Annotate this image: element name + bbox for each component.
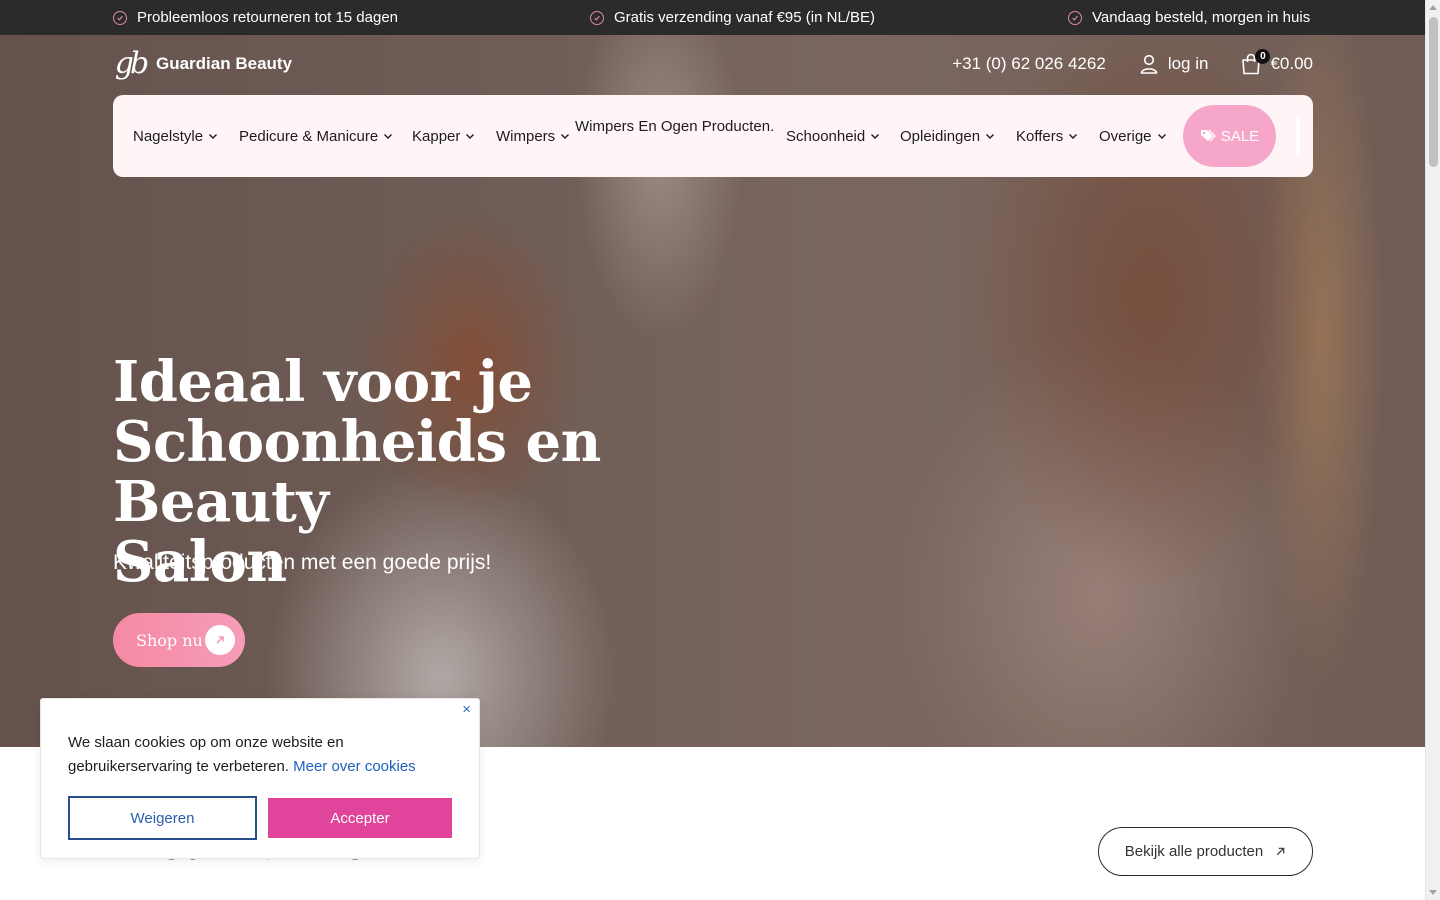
nav-item-label: Pedicure & Manicure [239, 127, 379, 145]
nav-item-kapper[interactable]: Kapper [412, 95, 475, 177]
cookie-accept-button[interactable]: Accepter [268, 798, 452, 838]
logo-mark: gb [114, 46, 149, 81]
nav-item-label: Overige [1099, 127, 1152, 145]
nav-item-label: Nagelstyle [133, 127, 204, 145]
tags-icon [1200, 129, 1216, 142]
nav-item-overige[interactable]: Overige [1099, 95, 1167, 177]
nav-item-label: Koffers [1016, 127, 1064, 145]
sale-label: SALE [1220, 127, 1260, 145]
scrollbar-thumb[interactable] [1429, 17, 1438, 167]
usp-item: Gratis verzending vanaf €95 (in NL/BE) [590, 0, 875, 35]
chevron-down-icon [561, 134, 570, 139]
cookie-decline-button[interactable]: Weigeren [68, 796, 257, 840]
phone-link[interactable]: +31 (0) 62 026 4262 [952, 54, 1106, 74]
chevron-down-icon [986, 134, 995, 139]
usp-text: Gratis verzending vanaf €95 (in NL/BE) [614, 9, 875, 26]
chevron-down-icon [871, 134, 880, 139]
chevron-down-icon [384, 134, 393, 139]
arrow-up-right-icon [205, 625, 235, 655]
login-link[interactable]: log in [1140, 54, 1209, 74]
chevron-down-icon [209, 134, 218, 139]
usp-item: Vandaag besteld, morgen in huis [1068, 0, 1310, 35]
login-label: log in [1167, 54, 1209, 73]
nav-item-opleidingen[interactable]: Opleidingen [900, 95, 995, 177]
chevron-down-icon [1069, 134, 1078, 139]
cart-button[interactable]: 0 €0.00 [1241, 49, 1313, 75]
close-icon[interactable]: × [462, 701, 471, 718]
nav-item-label: Wimpers [496, 127, 556, 145]
view-all-products-label: Bekijk alle producten [1124, 843, 1264, 860]
chevron-down-icon [1157, 134, 1166, 139]
check-circle-icon [590, 10, 604, 25]
nav-item-koffers[interactable]: Koffers [1016, 95, 1078, 177]
cookie-banner: × We slaan cookies op om onze website en… [40, 698, 480, 859]
nav-item-wimpers-en-ogen[interactable]: Wimpers En Ogen Producten. [575, 95, 774, 167]
cookie-message: We slaan cookies op om onze website en g… [68, 731, 448, 779]
check-circle-icon [1068, 10, 1082, 25]
nav-item-label: Kapper [412, 127, 461, 145]
nav-item-label: Opleidingen [900, 127, 981, 145]
scroll-up-arrow[interactable] [1429, 5, 1437, 10]
main-navigation: Nagelstyle Pedicure & Manicure Kapper Wi… [113, 95, 1313, 177]
user-icon [1140, 54, 1158, 74]
cookie-more-link[interactable]: Meer over cookies [293, 758, 416, 775]
hero-subtitle: Kwaliteitsproducten met een goede prijs! [113, 551, 492, 574]
page-scrollbar[interactable] [1425, 0, 1440, 900]
cart-count-badge: 0 [1255, 49, 1271, 64]
brand-name: Guardian Beauty [156, 54, 293, 73]
nav-item-wimpers[interactable]: Wimpers [496, 95, 570, 177]
usp-bar: Probleemloos retourneren tot 15 dagen Gr… [0, 0, 1425, 35]
chevron-down-icon [466, 134, 475, 139]
scroll-down-arrow[interactable] [1429, 890, 1437, 895]
usp-item: Probleemloos retourneren tot 15 dagen [113, 0, 398, 35]
nav-item-schoonheid[interactable]: Schoonheid [786, 95, 880, 177]
nav-item-label: Schoonheid [786, 127, 866, 145]
nav-item-label: Wimpers En Ogen Producten. [575, 117, 775, 135]
usp-text: Vandaag besteld, morgen in huis [1092, 9, 1311, 26]
hero-title-line: Ideaal voor je [113, 349, 533, 415]
arrow-up-right-icon [1277, 847, 1285, 856]
view-all-products-button[interactable]: Bekijk alle producten [1098, 827, 1313, 876]
nav-item-pedicure-manicure[interactable]: Pedicure & Manicure [239, 95, 393, 177]
nav-item-nagelstyle[interactable]: Nagelstyle [133, 95, 218, 177]
cart-total: €0.00 [1270, 54, 1313, 73]
header-actions: +31 (0) 62 026 4262 log in 0 €0.00 [952, 49, 1313, 78]
site-logo[interactable]: gb Guardian Beauty [113, 46, 292, 82]
sale-button[interactable]: SALE [1183, 105, 1276, 167]
hero-title-line: Schoonheids en Beauty [113, 409, 601, 535]
usp-text: Probleemloos retourneren tot 15 dagen [137, 9, 399, 26]
nav-divider [1296, 117, 1300, 155]
check-circle-icon [113, 10, 127, 25]
shop-now-button[interactable]: Shop nu [113, 613, 245, 667]
shop-now-label: Shop nu [136, 630, 203, 650]
